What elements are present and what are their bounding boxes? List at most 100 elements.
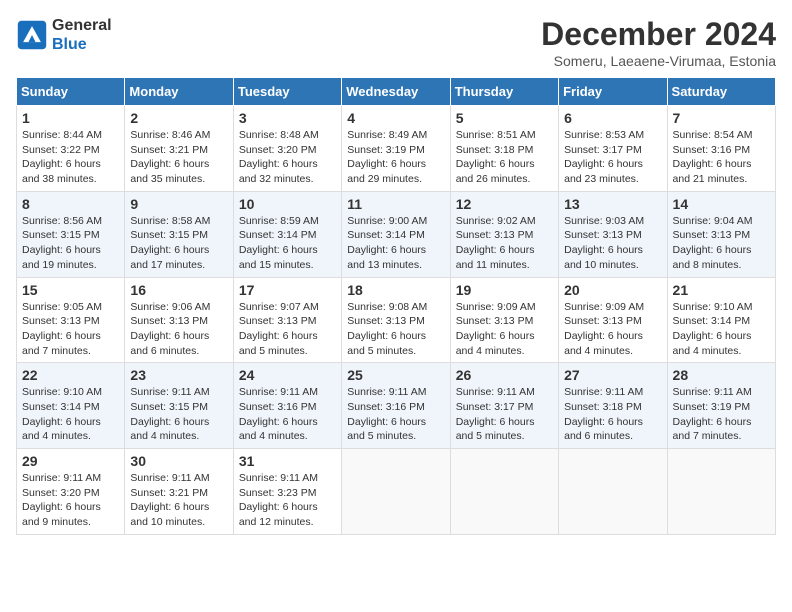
- day-number: 14: [673, 196, 770, 212]
- calendar-cell: [559, 449, 667, 535]
- day-number: 9: [130, 196, 227, 212]
- calendar-cell: 29 Sunrise: 9:11 AMSunset: 3:20 PMDayligh…: [17, 449, 125, 535]
- day-info: Sunrise: 8:54 AMSunset: 3:16 PMDaylight:…: [673, 128, 770, 187]
- day-header-wednesday: Wednesday: [342, 78, 450, 106]
- day-info: Sunrise: 9:02 AMSunset: 3:13 PMDaylight:…: [456, 214, 553, 273]
- calendar-cell: 18 Sunrise: 9:08 AMSunset: 3:13 PMDayligh…: [342, 277, 450, 363]
- day-number: 28: [673, 367, 770, 383]
- day-info: Sunrise: 8:46 AMSunset: 3:21 PMDaylight:…: [130, 128, 227, 187]
- day-info: Sunrise: 9:07 AMSunset: 3:13 PMDaylight:…: [239, 300, 336, 359]
- day-number: 7: [673, 110, 770, 126]
- calendar-cell: 28 Sunrise: 9:11 AMSunset: 3:19 PMDayligh…: [667, 363, 775, 449]
- day-header-saturday: Saturday: [667, 78, 775, 106]
- day-number: 24: [239, 367, 336, 383]
- calendar-table: SundayMondayTuesdayWednesdayThursdayFrid…: [16, 77, 776, 535]
- day-info: Sunrise: 8:53 AMSunset: 3:17 PMDaylight:…: [564, 128, 661, 187]
- day-info: Sunrise: 8:59 AMSunset: 3:14 PMDaylight:…: [239, 214, 336, 273]
- day-info: Sunrise: 9:11 AMSunset: 3:16 PMDaylight:…: [347, 385, 444, 444]
- day-number: 11: [347, 196, 444, 212]
- day-number: 26: [456, 367, 553, 383]
- calendar-cell: 15Sunrise: 9:05 AMSunset: 3:13 PMDayligh…: [17, 277, 125, 363]
- calendar-cell: [667, 449, 775, 535]
- location-subtitle: Someru, Laeaene-Virumaa, Estonia: [541, 53, 776, 69]
- calendar-cell: 13 Sunrise: 9:03 AMSunset: 3:13 PMDayligh…: [559, 191, 667, 277]
- day-number: 18: [347, 282, 444, 298]
- calendar-cell: 25Sunrise: 9:11 AMSunset: 3:16 PMDayligh…: [342, 363, 450, 449]
- day-number: 10: [239, 196, 336, 212]
- day-number: 21: [673, 282, 770, 298]
- calendar-cell: [450, 449, 558, 535]
- day-info: Sunrise: 9:11 AMSunset: 3:17 PMDaylight:…: [456, 385, 553, 444]
- day-number: 27: [564, 367, 661, 383]
- day-info: Sunrise: 9:00 AMSunset: 3:14 PMDaylight:…: [347, 214, 444, 273]
- day-number: 3: [239, 110, 336, 126]
- calendar-cell: 7 Sunrise: 8:54 AMSunset: 3:16 PMDaylight…: [667, 106, 775, 192]
- calendar-body: 1Sunrise: 8:44 AMSunset: 3:22 PMDaylight…: [17, 106, 776, 535]
- day-number: 16: [130, 282, 227, 298]
- day-info: Sunrise: 9:11 AMSunset: 3:20 PMDaylight:…: [22, 471, 119, 530]
- calendar-cell: 17 Sunrise: 9:07 AMSunset: 3:13 PMDayligh…: [233, 277, 341, 363]
- day-number: 4: [347, 110, 444, 126]
- calendar-cell: 12 Sunrise: 9:02 AMSunset: 3:13 PMDayligh…: [450, 191, 558, 277]
- day-info: Sunrise: 9:11 AMSunset: 3:23 PMDaylight:…: [239, 471, 336, 530]
- day-info: Sunrise: 9:11 AMSunset: 3:21 PMDaylight:…: [130, 471, 227, 530]
- calendar-cell: 20Sunrise: 9:09 AMSunset: 3:13 PMDayligh…: [559, 277, 667, 363]
- calendar-cell: 5 Sunrise: 8:51 AMSunset: 3:18 PMDaylight…: [450, 106, 558, 192]
- day-number: 12: [456, 196, 553, 212]
- calendar-week-3: 15Sunrise: 9:05 AMSunset: 3:13 PMDayligh…: [17, 277, 776, 363]
- day-number: 31: [239, 453, 336, 469]
- day-number: 19: [456, 282, 553, 298]
- calendar-cell: 8Sunrise: 8:56 AMSunset: 3:15 PMDaylight…: [17, 191, 125, 277]
- day-info: Sunrise: 8:51 AMSunset: 3:18 PMDaylight:…: [456, 128, 553, 187]
- day-number: 22: [22, 367, 119, 383]
- day-number: 17: [239, 282, 336, 298]
- calendar-cell: 22 Sunrise: 9:10 AMSunset: 3:14 PMDayligh…: [17, 363, 125, 449]
- calendar-cell: 1Sunrise: 8:44 AMSunset: 3:22 PMDaylight…: [17, 106, 125, 192]
- page-header: General Blue December 2024 Someru, Laeae…: [16, 16, 776, 69]
- calendar-week-2: 8Sunrise: 8:56 AMSunset: 3:15 PMDaylight…: [17, 191, 776, 277]
- day-header-tuesday: Tuesday: [233, 78, 341, 106]
- day-header-friday: Friday: [559, 78, 667, 106]
- day-info: Sunrise: 9:09 AMSunset: 3:13 PMDaylight:…: [456, 300, 553, 359]
- day-info: Sunrise: 8:44 AMSunset: 3:22 PMDaylight:…: [22, 128, 119, 187]
- day-number: 15: [22, 282, 119, 298]
- day-info: Sunrise: 8:49 AMSunset: 3:19 PMDaylight:…: [347, 128, 444, 187]
- calendar-week-4: 22 Sunrise: 9:10 AMSunset: 3:14 PMDayligh…: [17, 363, 776, 449]
- title-block: December 2024 Someru, Laeaene-Virumaa, E…: [541, 16, 776, 69]
- day-info: Sunrise: 9:11 AMSunset: 3:19 PMDaylight:…: [673, 385, 770, 444]
- day-info: Sunrise: 9:03 AMSunset: 3:13 PMDaylight:…: [564, 214, 661, 273]
- calendar-cell: 11 Sunrise: 9:00 AMSunset: 3:14 PMDayligh…: [342, 191, 450, 277]
- day-info: Sunrise: 8:48 AMSunset: 3:20 PMDaylight:…: [239, 128, 336, 187]
- calendar-cell: 2 Sunrise: 8:46 AMSunset: 3:21 PMDaylight…: [125, 106, 233, 192]
- day-info: Sunrise: 9:11 AMSunset: 3:18 PMDaylight:…: [564, 385, 661, 444]
- day-info: Sunrise: 9:10 AMSunset: 3:14 PMDaylight:…: [673, 300, 770, 359]
- logo-icon: [16, 19, 48, 51]
- day-info: Sunrise: 9:08 AMSunset: 3:13 PMDaylight:…: [347, 300, 444, 359]
- day-number: 29: [22, 453, 119, 469]
- calendar-week-5: 29 Sunrise: 9:11 AMSunset: 3:20 PMDayligh…: [17, 449, 776, 535]
- day-info: Sunrise: 9:10 AMSunset: 3:14 PMDaylight:…: [22, 385, 119, 444]
- day-info: Sunrise: 9:09 AMSunset: 3:13 PMDaylight:…: [564, 300, 661, 359]
- day-info: Sunrise: 9:11 AMSunset: 3:16 PMDaylight:…: [239, 385, 336, 444]
- calendar-header: SundayMondayTuesdayWednesdayThursdayFrid…: [17, 78, 776, 106]
- calendar-cell: 4 Sunrise: 8:49 AMSunset: 3:19 PMDaylight…: [342, 106, 450, 192]
- day-header-monday: Monday: [125, 78, 233, 106]
- calendar-week-1: 1Sunrise: 8:44 AMSunset: 3:22 PMDaylight…: [17, 106, 776, 192]
- calendar-cell: 27 Sunrise: 9:11 AMSunset: 3:18 PMDayligh…: [559, 363, 667, 449]
- day-number: 8: [22, 196, 119, 212]
- calendar-cell: 16 Sunrise: 9:06 AMSunset: 3:13 PMDayligh…: [125, 277, 233, 363]
- calendar-cell: 31 Sunrise: 9:11 AMSunset: 3:23 PMDayligh…: [233, 449, 341, 535]
- day-info: Sunrise: 9:06 AMSunset: 3:13 PMDaylight:…: [130, 300, 227, 359]
- day-number: 6: [564, 110, 661, 126]
- day-header-sunday: Sunday: [17, 78, 125, 106]
- calendar-cell: 30Sunrise: 9:11 AMSunset: 3:21 PMDayligh…: [125, 449, 233, 535]
- logo-text: General Blue: [52, 16, 112, 54]
- calendar-cell: 26 Sunrise: 9:11 AMSunset: 3:17 PMDayligh…: [450, 363, 558, 449]
- day-number: 2: [130, 110, 227, 126]
- calendar-cell: 21 Sunrise: 9:10 AMSunset: 3:14 PMDayligh…: [667, 277, 775, 363]
- day-number: 5: [456, 110, 553, 126]
- logo: General Blue: [16, 16, 112, 54]
- day-number: 13: [564, 196, 661, 212]
- logo-general: General: [52, 17, 112, 34]
- days-of-week-row: SundayMondayTuesdayWednesdayThursdayFrid…: [17, 78, 776, 106]
